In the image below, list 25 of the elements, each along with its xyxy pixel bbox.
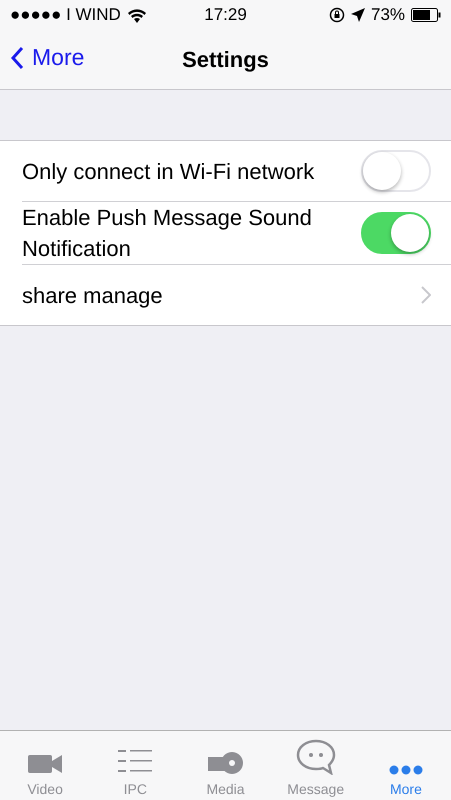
setting-label: Only connect in Wi-Fi network [22,158,314,186]
tab[interactable]: Video [0,731,90,800]
chevron-left-icon [10,46,24,70]
chat-bubble-icon [296,739,336,775]
disc-icon [208,751,244,775]
toggle-switch[interactable] [361,212,431,254]
location-arrow-icon [350,8,365,22]
carrier-label: ●●●●● I WIND [10,5,121,25]
page-title: Settings [182,46,269,72]
chevron-right-icon [421,286,431,304]
rotation-lock-icon [328,7,345,23]
back-button[interactable]: More [10,44,84,71]
list-icon [118,749,152,775]
video-camera-icon [28,753,62,775]
battery-icon [411,8,442,22]
setting-label: Enable Push Message Sound Notification [22,204,313,263]
setting-label[interactable]: share manage [22,280,163,310]
wifi-icon [126,8,147,22]
clock-time: 17:29 [204,5,247,25]
battery-percent: 73% [370,5,406,25]
tab[interactable]: IPC [90,731,180,800]
more-dots-icon [388,765,423,775]
tab[interactable]: Media [180,731,271,800]
tab[interactable]: Message [270,731,361,800]
tab[interactable]: More [360,731,451,800]
